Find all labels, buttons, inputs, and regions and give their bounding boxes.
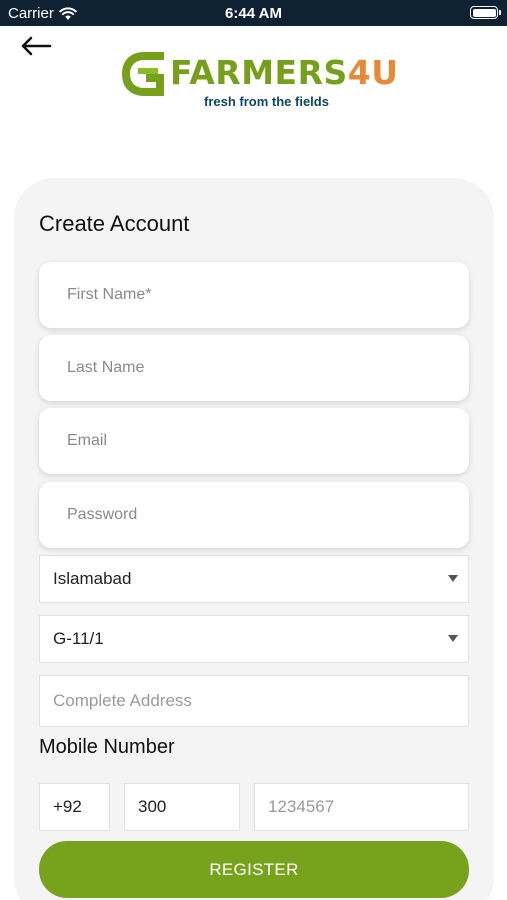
country-code-input[interactable] [40,784,109,830]
clock: 6:44 AM [225,5,282,22]
address-input[interactable] [40,676,468,726]
battery-icon [470,6,501,19]
phone-number-input[interactable] [255,784,468,830]
back-button[interactable] [16,30,56,62]
phone-number-field[interactable] [254,783,469,831]
last-name-field[interactable] [39,335,469,401]
dropdown-caret-icon [448,635,458,642]
arrow-left-icon [21,36,52,56]
password-input[interactable] [39,482,469,548]
city-select[interactable]: Islamabad [39,555,469,603]
password-field[interactable] [39,482,469,548]
address-field[interactable] [39,675,469,727]
city-select-value: Islamabad [53,569,132,588]
brand-name-part2: 4U [347,53,399,92]
register-button[interactable]: REGISTER [39,841,469,898]
leaf-logo-icon [122,52,164,96]
brand-name-part1: FARMERS [170,53,348,92]
email-input[interactable] [39,408,469,474]
country-code-field[interactable] [39,783,110,831]
brand-name: FARMERS4U [170,50,399,96]
sector-select[interactable]: G-11/1 [39,615,469,663]
dropdown-caret-icon [448,575,458,582]
sector-select-value: G-11/1 [53,629,104,648]
status-bar: Carrier 6:44 AM [0,0,507,26]
first-name-input[interactable] [39,262,469,328]
email-field[interactable] [39,408,469,474]
form-title: Create Account [39,211,190,236]
brand-tagline: fresh from the fields [204,94,329,109]
first-name-field[interactable] [39,262,469,328]
operator-code-input[interactable] [125,784,239,830]
mobile-number-label: Mobile Number [39,736,175,758]
operator-code-field[interactable] [124,783,240,831]
app-logo: FARMERS4U fresh from the fields [118,48,398,112]
last-name-input[interactable] [39,335,469,401]
